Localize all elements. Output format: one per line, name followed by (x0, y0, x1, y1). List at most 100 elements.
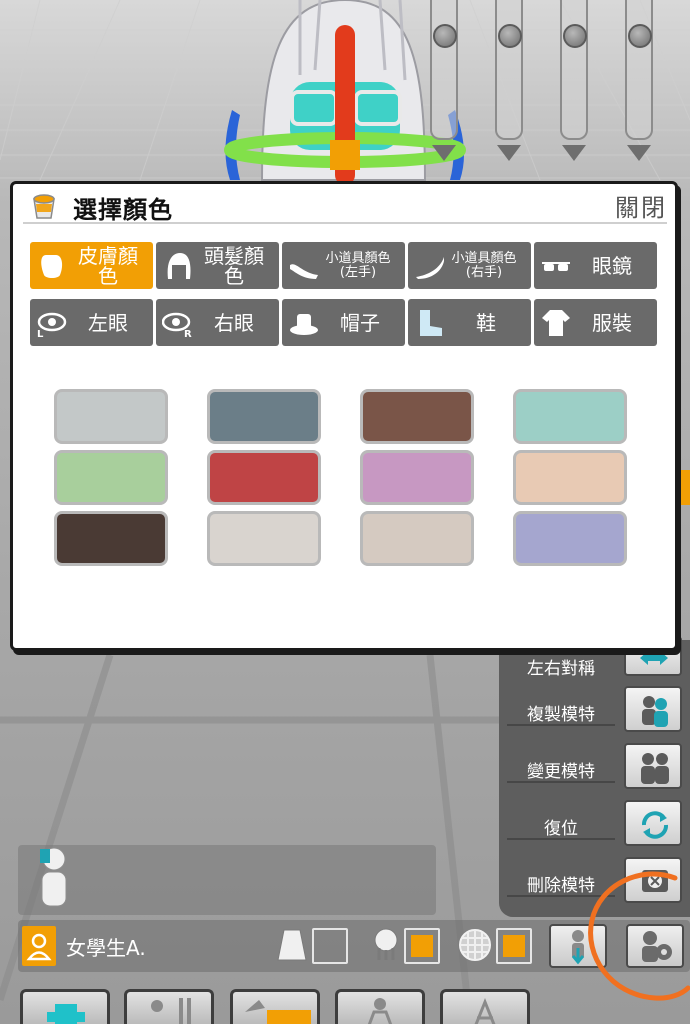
color-swatch[interactable] (54, 450, 168, 505)
glasses-icon (540, 251, 572, 281)
tab-label: 鞋 (476, 310, 496, 335)
add-model-icon (47, 1004, 85, 1024)
model-side-menu: 左右對稱 複製模特 變更模特 復位 刪除模特 (499, 636, 690, 917)
color-swatch[interactable] (513, 511, 627, 566)
hair-icon (374, 928, 398, 960)
color-swatch[interactable] (360, 389, 474, 444)
tab-skin-color[interactable]: 皮膚顏色 (30, 242, 153, 289)
slider-strip-3[interactable] (560, 0, 588, 140)
tab-hat[interactable]: 帽子 (282, 299, 405, 346)
pose-figure-icon (571, 930, 585, 965)
pose-button[interactable] (549, 924, 607, 968)
dock-button-props[interactable] (230, 989, 320, 1024)
color-swatch[interactable] (54, 389, 168, 444)
hair-color-box[interactable] (404, 928, 440, 964)
slider-arrow-4 (627, 145, 651, 161)
tab-label: 左眼 (88, 310, 128, 335)
tab-prop-left[interactable]: 小道具顏色(左手) (282, 242, 405, 289)
person-icon (26, 933, 52, 961)
shoe-icon (414, 308, 446, 338)
paint-bucket-icon (33, 194, 55, 219)
delete-model-button[interactable] (624, 857, 682, 903)
svg-text:R: R (184, 329, 192, 338)
slider-arrow-1 (432, 145, 456, 161)
color-swatch[interactable] (207, 389, 321, 444)
character-model[interactable] (224, 0, 466, 185)
tab-hair-color[interactable]: 頭髮顏色 (156, 242, 279, 289)
slider-arrow-3 (562, 145, 586, 161)
clothes-icon (540, 308, 572, 338)
prop-right-icon (414, 251, 446, 281)
model-bar: 女學生A. (18, 920, 690, 972)
menu-divider (507, 724, 615, 726)
skin-icon (36, 251, 68, 281)
tab-clothes[interactable]: 服裝 (534, 299, 657, 346)
pattern-color-box[interactable] (496, 928, 532, 964)
svg-text:L: L (37, 329, 44, 338)
model-name: 女學生A. (66, 936, 146, 960)
model-avatar[interactable] (22, 926, 56, 966)
close-button[interactable]: 關閉 (615, 188, 667, 223)
tab-right-eye[interactable]: R 右眼 (156, 299, 279, 346)
change-model-icon (641, 753, 669, 784)
tab-label: 皮膚顏色 (78, 243, 138, 288)
dock-button-scene[interactable] (440, 989, 530, 1024)
tab-label: 眼鏡 (592, 253, 632, 278)
change-model-label: 變更模特 (527, 762, 595, 782)
dock-button-pose[interactable] (124, 989, 214, 1024)
tab-prop-right[interactable]: 小道具顏色(右手) (408, 242, 531, 289)
model-info-panel (18, 845, 436, 915)
dock-button-add-model[interactable] (20, 989, 110, 1024)
left-eye-icon: L (36, 308, 68, 340)
tab-label: 小道具顏色(右手) (451, 250, 517, 280)
tab-label: 帽子 (340, 310, 380, 335)
tab-shoes[interactable]: 鞋 (408, 299, 531, 346)
clothes-color-box[interactable] (312, 928, 348, 964)
color-swatch[interactable] (207, 450, 321, 505)
reset-button[interactable] (624, 800, 682, 846)
tab-label: 小道具顏色(左手) (325, 250, 391, 280)
tab-label: 服裝 (592, 310, 632, 335)
copy-model-label: 複製模特 (527, 705, 595, 725)
hair-icon (162, 251, 194, 281)
tab-label: 頭髮顏色 (204, 243, 264, 288)
model-figure-icon (367, 998, 393, 1024)
menu-row-delete-model[interactable]: 刪除模特 (499, 857, 690, 907)
color-picker-dialog: 選擇顏色 關閉 皮膚顏色 頭髮顏色 小道具顏色(左手) 小道具顏色(右手) 眼鏡 L 左眼 R… (10, 181, 678, 651)
copy-model-button[interactable] (624, 686, 682, 732)
dialog-title: 選擇顏色 (73, 196, 173, 224)
color-swatch[interactable] (360, 450, 474, 505)
prop-left-icon (288, 251, 320, 281)
props-icon (245, 1000, 311, 1024)
menu-row-copy-model[interactable]: 複製模特 (499, 686, 690, 736)
right-eye-icon: R (161, 308, 194, 340)
menu-row-change-model[interactable]: 變更模特 (499, 743, 690, 793)
color-swatch[interactable] (207, 511, 321, 566)
slider-strip-4[interactable] (625, 0, 653, 140)
menu-divider (507, 838, 615, 840)
menu-row-reset[interactable]: 復位 (499, 800, 690, 850)
model-figure-icon (40, 847, 67, 907)
dock-button-model[interactable] (335, 989, 425, 1024)
tab-label: 右眼 (214, 310, 254, 335)
slider-strip-1[interactable] (430, 0, 458, 140)
hat-icon (288, 308, 320, 338)
dialog-header: 選擇顏色 關閉 (23, 184, 667, 224)
symmetry-label: 左右對稱 (527, 659, 595, 679)
tab-glasses[interactable]: 眼鏡 (534, 242, 657, 289)
slider-arrow-2 (497, 145, 521, 161)
reset-icon (642, 811, 668, 839)
color-swatch[interactable] (54, 511, 168, 566)
delete-model-icon (642, 870, 668, 892)
pattern-icon (459, 929, 491, 961)
color-swatch[interactable] (360, 511, 474, 566)
slider-strip-2[interactable] (495, 0, 523, 140)
figure-slider-icon (151, 998, 191, 1024)
model-settings-button[interactable] (626, 924, 684, 968)
menu-divider (507, 781, 615, 783)
change-model-button[interactable] (624, 743, 682, 789)
color-swatch[interactable] (513, 389, 627, 444)
color-swatch[interactable] (513, 450, 627, 505)
tab-left-eye[interactable]: L 左眼 (30, 299, 153, 346)
menu-divider (507, 895, 615, 897)
